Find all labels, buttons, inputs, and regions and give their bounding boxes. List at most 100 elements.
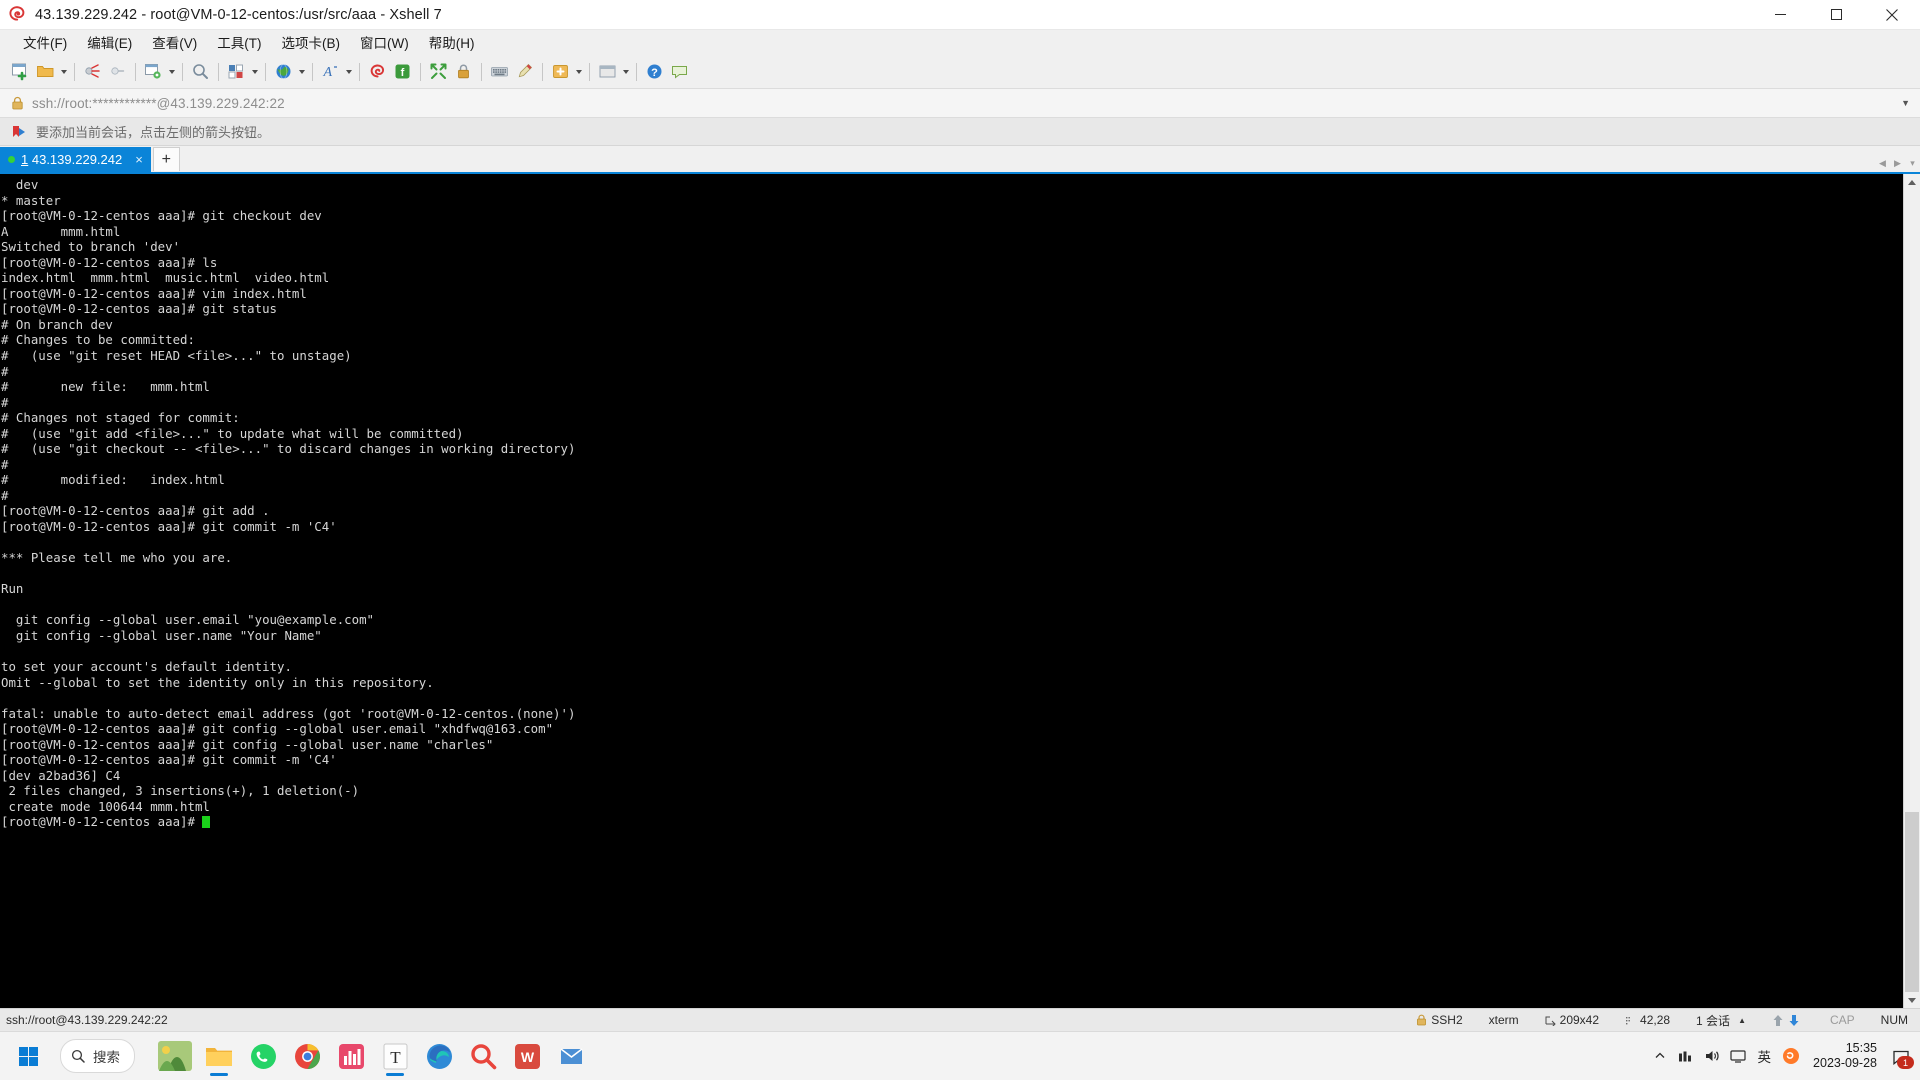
highlight-icon[interactable] [512, 59, 537, 84]
terminal-line: [root@VM-0-12-centos aaa]# git checkout … [1, 208, 322, 224]
toolbar-separator [182, 62, 183, 81]
volume-icon[interactable] [1699, 1034, 1725, 1078]
disconnect-icon[interactable] [80, 59, 105, 84]
xshell-icon[interactable] [365, 59, 390, 84]
wps-icon[interactable]: W [505, 1034, 549, 1078]
tab-close-icon[interactable]: × [135, 153, 143, 166]
notice-text: 要添加当前会话，点击左侧的箭头按钮。 [36, 125, 271, 140]
file-explorer-icon[interactable] [197, 1034, 241, 1078]
close-button[interactable] [1864, 0, 1920, 29]
ime-indicator[interactable]: 英 [1751, 1046, 1779, 1066]
terminal-line: # modified: index.html [1, 472, 225, 488]
font-icon[interactable]: A [318, 59, 343, 84]
terminal-line: # new file: mmm.html [1, 379, 210, 395]
terminal-output[interactable]: dev * master [root@VM-0-12-centos aaa]# gi… [0, 174, 1903, 1008]
terminal-line: create mode 100644 mmm.html [1, 798, 210, 814]
chevron-up-icon[interactable] [1647, 1034, 1673, 1078]
add-session-icon[interactable] [548, 59, 573, 84]
menu-window[interactable]: 窗口(W) [350, 29, 419, 56]
add-dropdown-arrow[interactable] [573, 59, 584, 84]
menu-edit[interactable]: 编辑(E) [77, 29, 142, 56]
tab-nav-menu-icon[interactable]: ▾ [1905, 158, 1920, 169]
xshell-window: 43.139.229.242 - root@VM-0-12-centos:/us… [0, 0, 1920, 1080]
help-icon[interactable]: ? [642, 59, 667, 84]
terminal-line: *** Please tell me who you are. [1, 550, 233, 566]
layout-dropdown-arrow[interactable] [249, 59, 260, 84]
cursor-position-label: 42,28 [1640, 1013, 1671, 1027]
widgets-weather-icon[interactable] [153, 1034, 197, 1078]
menu-help[interactable]: 帮助(H) [419, 29, 485, 56]
layout-icon[interactable] [224, 59, 249, 84]
taskbar-search[interactable]: 搜索 [60, 1039, 135, 1073]
edge-icon[interactable] [417, 1034, 461, 1078]
scrollbar-thumb[interactable] [1905, 812, 1919, 992]
terminal-line: # [1, 456, 9, 472]
tab-nav-left-icon[interactable]: ◀ [1875, 158, 1890, 169]
notification-center-button[interactable]: 1 [1886, 1034, 1916, 1078]
terminal-line: to set your account's default identity. [1, 658, 292, 674]
svg-text:f: f [401, 67, 405, 79]
terminal-prompt-line[interactable]: [root@VM-0-12-centos aaa]# [1, 814, 1903, 830]
mail-icon[interactable] [549, 1034, 593, 1078]
new-session-icon[interactable] [8, 59, 33, 84]
clock-time: 15:35 [1845, 1041, 1877, 1055]
bookmark-arrow-icon [12, 125, 28, 139]
open-folder-icon[interactable] [33, 59, 58, 84]
notice-bar: 要添加当前会话，点击左侧的箭头按钮。 [0, 118, 1920, 146]
chevron-up-icon[interactable]: ▲ [1738, 1016, 1746, 1025]
scroll-down-arrow-icon[interactable] [1904, 992, 1920, 1008]
lock-icon [1416, 1014, 1427, 1026]
chrome-icon[interactable] [285, 1034, 329, 1078]
menu-tools[interactable]: 工具(T) [207, 29, 271, 56]
window-dropdown-arrow[interactable] [620, 59, 631, 84]
font-dropdown-arrow[interactable] [343, 59, 354, 84]
reconnect-icon[interactable] [105, 59, 130, 84]
maximize-button[interactable] [1808, 0, 1864, 29]
terminal-line: Omit --global to set the identity only i… [1, 674, 434, 690]
find-icon[interactable] [188, 59, 213, 84]
chevron-down-icon[interactable]: ▼ [1901, 98, 1910, 108]
clock[interactable]: 15:35 2023-09-28 [1804, 1041, 1886, 1071]
menu-file[interactable]: 文件(F) [13, 29, 77, 56]
encoding-dropdown-arrow[interactable] [296, 59, 307, 84]
status-sessions[interactable]: 1 会话 ▲ [1696, 1012, 1746, 1029]
new-tab-button[interactable]: + [152, 147, 180, 171]
terminal-line: [root@VM-0-12-centos aaa]# git commit -m… [1, 752, 337, 768]
text-editor-icon[interactable]: T [373, 1034, 417, 1078]
feedback-icon[interactable] [667, 59, 692, 84]
tab-nav-right-icon[interactable]: ▶ [1890, 158, 1905, 169]
keyboard-icon[interactable] [487, 59, 512, 84]
tab-session-1[interactable]: 1 43.139.229.242 × [0, 147, 151, 172]
search-app-icon[interactable] [461, 1034, 505, 1078]
terminal-scrollbar[interactable] [1903, 174, 1920, 1008]
address-value[interactable]: ssh://root:************@43.139.229.242:2… [32, 96, 285, 111]
fullscreen-icon[interactable] [426, 59, 451, 84]
address-bar[interactable]: ssh://root:************@43.139.229.242:2… [0, 89, 1920, 118]
menu-view[interactable]: 查看(V) [142, 29, 207, 56]
sogou-icon[interactable] [1778, 1034, 1804, 1078]
terminal-line: # On branch dev [1, 316, 113, 332]
menu-tab[interactable]: 选项卡(B) [272, 29, 351, 56]
store-icon[interactable] [329, 1034, 373, 1078]
terminal-line: A mmm.html [1, 223, 121, 239]
title-bar: 43.139.229.242 - root@VM-0-12-centos:/us… [0, 0, 1920, 30]
open-dropdown-arrow[interactable] [58, 59, 69, 84]
terminal-line: # Changes not staged for commit: [1, 410, 240, 426]
xshell-logo-icon [8, 5, 28, 25]
properties-dropdown-arrow[interactable] [166, 59, 177, 84]
minimize-button[interactable] [1752, 0, 1808, 29]
display-icon[interactable] [1725, 1034, 1751, 1078]
scrollbar-track[interactable] [1904, 190, 1920, 992]
network-icon[interactable] [1673, 1034, 1699, 1078]
start-button[interactable] [4, 1036, 52, 1076]
session-properties-icon[interactable] [141, 59, 166, 84]
terminal-line: git config --global user.name "Your Name… [1, 627, 322, 643]
window-list-icon[interactable] [595, 59, 620, 84]
terminal-line: fatal: unable to auto-detect email addre… [1, 705, 576, 721]
xftp-icon[interactable]: f [390, 59, 415, 84]
scroll-up-arrow-icon[interactable] [1904, 174, 1920, 190]
encoding-globe-icon[interactable] [271, 59, 296, 84]
lock-icon[interactable] [451, 59, 476, 84]
whatsapp-icon[interactable] [241, 1034, 285, 1078]
